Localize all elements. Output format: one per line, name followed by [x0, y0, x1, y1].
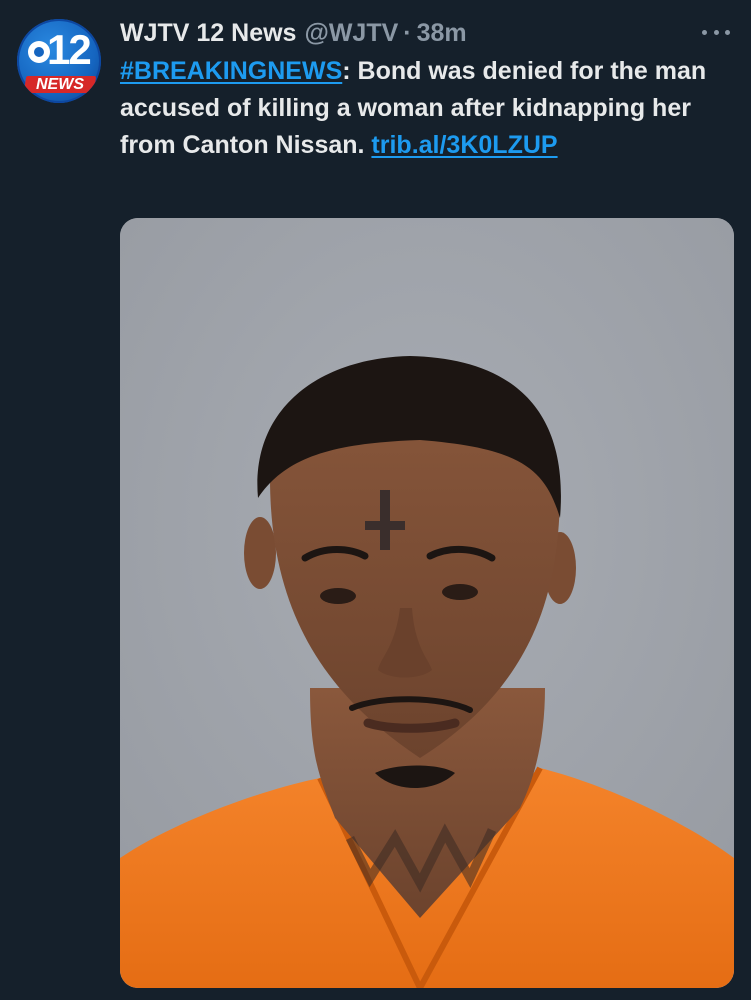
more-options-button[interactable]	[698, 18, 734, 46]
more-horizontal-icon	[702, 29, 707, 35]
tweet[interactable]: 12 NEWS WJTV 12 News @WJTV · 38m #BREAKI…	[0, 0, 751, 1000]
separator-dot: ·	[403, 18, 412, 47]
avatar-news-label: NEWS	[36, 76, 84, 93]
tweet-header: WJTV 12 News @WJTV · 38m	[120, 16, 467, 50]
account-handle[interactable]: @WJTV	[304, 19, 398, 48]
article-link[interactable]: trib.al/3K0LZUP	[371, 131, 557, 159]
account-avatar[interactable]: 12 NEWS	[17, 19, 101, 103]
hashtag-link[interactable]: #BREAKINGNEWS	[120, 57, 342, 85]
mugshot-illustration	[120, 218, 734, 988]
tweet-photo[interactable]	[120, 218, 734, 988]
avatar-channel-number: 12	[47, 26, 92, 73]
tweet-text: #BREAKINGNEWS: Bond was denied for the m…	[120, 53, 735, 164]
display-name[interactable]: WJTV 12 News	[120, 19, 296, 48]
timestamp[interactable]: 38m	[417, 19, 467, 48]
